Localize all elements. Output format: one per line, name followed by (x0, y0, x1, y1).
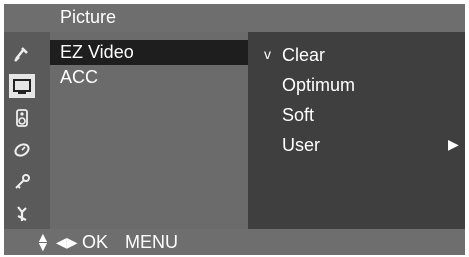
selected-check-icon: v (264, 46, 271, 62)
option-user[interactable]: User ▶ (248, 132, 465, 160)
option-soft[interactable]: Soft (248, 102, 465, 130)
title-bar: Picture (4, 4, 465, 32)
ok-hint: OK (82, 232, 109, 252)
satellite-dish-icon[interactable] (9, 42, 35, 66)
up-down-arrows-icon: ▲ ▼ (36, 229, 50, 254)
submenu-column: EZ Video ACC (50, 32, 248, 229)
help-bar: ▲ ▼ ◀▶ OK MENU (4, 229, 465, 255)
menu-hint: MENU (125, 232, 178, 252)
option-label: Optimum (282, 75, 356, 95)
option-clear[interactable]: v Clear (248, 42, 465, 70)
menu-item-label: ACC (60, 67, 99, 87)
picture-icon[interactable] (9, 74, 35, 98)
submenu-arrow-icon: ▶ (448, 136, 459, 152)
menu-item-ez-video[interactable]: EZ Video (50, 40, 248, 65)
lock-key-icon[interactable] (9, 170, 35, 194)
menu-item-acc[interactable]: ACC (50, 65, 248, 90)
option-optimum[interactable]: Optimum (248, 72, 465, 100)
option-label: Soft (282, 105, 315, 125)
menu-item-label: EZ Video (60, 42, 134, 62)
options-column: v Clear Optimum Soft User ▶ (248, 32, 465, 229)
category-icon-column (4, 32, 50, 229)
left-right-arrows-icon: ◀▶ (56, 234, 78, 250)
option-label: User (282, 135, 321, 155)
osd-window: Picture EZ Video ACC v Clear Optimum Sof… (4, 4, 465, 255)
menu-title: Picture (60, 7, 117, 27)
speaker-icon[interactable] (9, 106, 35, 130)
option-label: Clear (282, 45, 326, 65)
clock-icon[interactable] (9, 138, 35, 162)
special-tool-icon[interactable] (9, 202, 35, 226)
